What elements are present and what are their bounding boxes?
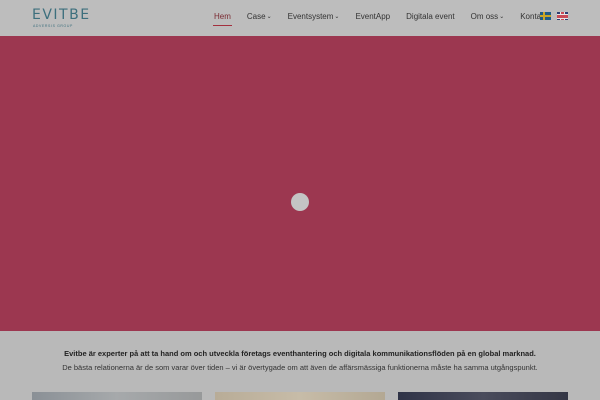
intro-section: Evitbe är experter på att ta hand om och… [0, 348, 600, 373]
chevron-down-icon: ⌄ [499, 14, 505, 20]
chevron-down-icon: ⌄ [266, 14, 272, 20]
intro-headline: Evitbe är experter på att ta hand om och… [64, 349, 536, 358]
language-switcher [540, 12, 574, 20]
main-nav: Hem Case⌄ Eventsystem⌄ EventApp Digitala… [213, 12, 563, 26]
nav-item-case[interactable]: Case⌄ [247, 12, 272, 23]
nav-item-label: Eventsystem [287, 12, 334, 21]
nav-item-label: Case [246, 12, 266, 21]
nav-item-hem[interactable]: Hem [213, 12, 232, 26]
case-card-image[interactable] [32, 392, 202, 400]
evitbe-logo[interactable]: EVITBE ADVERSIS GROUP [32, 8, 91, 28]
logo-wordmark: EVITBE [32, 7, 91, 23]
logo-tagline: ADVERSIS GROUP [33, 24, 73, 28]
hero-banner [0, 36, 600, 331]
chevron-down-icon: ⌄ [334, 14, 340, 20]
nav-item-eventsystem[interactable]: Eventsystem⌄ [288, 12, 340, 23]
nav-item-om-oss[interactable]: Om oss⌄ [471, 12, 505, 23]
intro-body: De bästa relationerna är de som varar öv… [62, 363, 538, 372]
nav-item-label: EventApp [355, 12, 391, 21]
nav-item-label: Digitala event [406, 12, 455, 21]
loading-spinner-icon [291, 193, 309, 211]
nav-item-label: Hem [214, 12, 231, 21]
nav-item-digitala-event[interactable]: Digitala event [406, 12, 454, 23]
nav-item-label: Om oss [470, 12, 499, 21]
british-flag-icon[interactable] [557, 12, 568, 20]
swedish-flag-icon[interactable] [540, 12, 551, 20]
case-card-image[interactable] [398, 392, 568, 400]
site-header: EVITBE ADVERSIS GROUP Hem Case⌄ Eventsys… [0, 0, 600, 36]
nav-item-eventapp[interactable]: EventApp [355, 12, 390, 23]
case-card-image[interactable] [215, 392, 385, 400]
